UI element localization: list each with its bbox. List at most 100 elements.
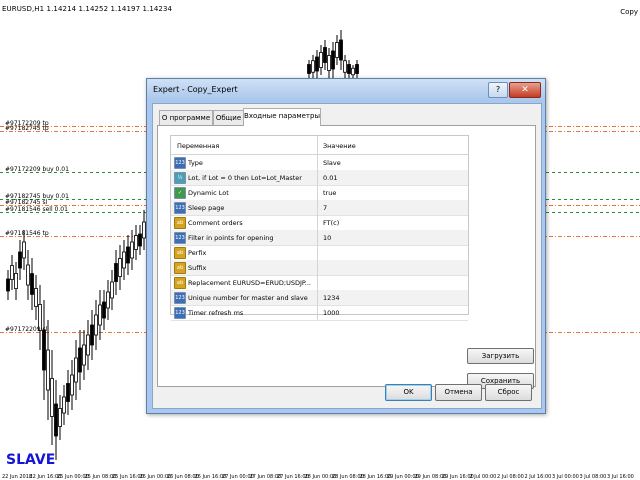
table-row[interactable]: ab Replacement EURUSD=ERUD;USDJP... bbox=[171, 275, 468, 291]
candle-body bbox=[315, 56, 319, 72]
table-row[interactable]: 123 Filter in points for opening 10 bbox=[171, 230, 468, 246]
candle-body bbox=[62, 396, 66, 414]
table-row[interactable]: ab Comment orders FT(c) bbox=[171, 215, 468, 231]
inputs-panel: Переменная Значение 123 Type Slave ½ Lot, if… bbox=[157, 125, 536, 389]
candle-body bbox=[102, 301, 106, 319]
load-button[interactable]: Загрузить bbox=[467, 348, 534, 364]
column-divider bbox=[317, 305, 318, 320]
column-divider bbox=[317, 155, 318, 170]
candle-body bbox=[355, 64, 359, 74]
table-row[interactable]: ½ Lot, if Lot = 0 then Lot=Lot_Master 0.01 bbox=[171, 170, 468, 186]
close-button[interactable]: ✕ bbox=[509, 82, 541, 98]
table-row[interactable]: 123 Sleep page 7 bbox=[171, 200, 468, 216]
candle-body bbox=[22, 241, 26, 259]
int-type-icon: 123 bbox=[174, 307, 186, 319]
parameter-name: Type bbox=[188, 159, 203, 167]
string-type-icon: ab bbox=[174, 262, 186, 274]
time-axis-label: 2 Jul 08:00 bbox=[497, 474, 524, 480]
tab-common[interactable]: Общие bbox=[213, 110, 244, 125]
dialog-titlebar[interactable]: Expert - Copy_Expert ? ✕ bbox=[147, 79, 545, 101]
candle-body bbox=[66, 383, 70, 402]
column-divider bbox=[317, 170, 318, 185]
table-row[interactable]: ab Suffix bbox=[171, 260, 468, 276]
candle-body bbox=[86, 334, 90, 356]
parameter-name: Unique number for master and slave bbox=[188, 294, 308, 302]
candle-body bbox=[335, 42, 339, 58]
candle-body bbox=[82, 344, 86, 366]
candle-body bbox=[126, 246, 130, 264]
candle-body bbox=[70, 374, 74, 396]
bool-type-icon: ✓ bbox=[174, 187, 186, 199]
parameter-name: Comment orders bbox=[188, 219, 243, 227]
header-variable[interactable]: Переменная bbox=[177, 142, 219, 150]
candle-body bbox=[78, 347, 82, 373]
order-level-label: #97181546 sell 0.01 bbox=[5, 206, 68, 213]
candle-body bbox=[331, 50, 335, 70]
parameter-value[interactable]: 0.01 bbox=[323, 174, 337, 182]
column-divider[interactable] bbox=[317, 136, 318, 154]
parameter-name: Timer refresh ms bbox=[188, 309, 244, 317]
string-type-icon: ab bbox=[174, 247, 186, 259]
dialog-body: О программе Общие Входные параметры Пере… bbox=[152, 103, 542, 409]
ok-button[interactable]: OK bbox=[385, 384, 432, 401]
time-axis-label: 3 Jul 08:00 bbox=[579, 474, 607, 480]
candle-body bbox=[30, 273, 34, 295]
tab-about[interactable]: О программе bbox=[159, 110, 213, 125]
candle-body bbox=[42, 329, 46, 371]
candle-body bbox=[50, 378, 54, 417]
time-axis-label: 22 Jun 2018 bbox=[2, 474, 33, 480]
candle-body bbox=[347, 64, 351, 74]
candle-body bbox=[110, 281, 114, 299]
candle-body bbox=[118, 258, 122, 277]
candle-body bbox=[14, 272, 18, 289]
expert-name-label: Copy bbox=[620, 8, 638, 16]
parameter-value[interactable]: 10 bbox=[323, 234, 331, 242]
table-row[interactable]: 123 Type Slave bbox=[171, 155, 468, 171]
parameter-name: Suffix bbox=[188, 264, 207, 272]
candle-body bbox=[339, 39, 343, 61]
dialog-title: Expert - Copy_Expert bbox=[153, 85, 238, 94]
candle-body bbox=[46, 349, 50, 391]
column-divider bbox=[317, 200, 318, 215]
table-row[interactable]: ab Perfix bbox=[171, 245, 468, 261]
candle-body bbox=[134, 235, 138, 250]
candle-body bbox=[90, 324, 94, 346]
candle-body bbox=[311, 60, 315, 73]
candle-body bbox=[138, 233, 142, 247]
order-level-label: #97172209 sl bbox=[5, 326, 48, 333]
column-divider bbox=[317, 215, 318, 230]
candle-body bbox=[58, 408, 62, 427]
parameter-value[interactable]: FT(c) bbox=[323, 219, 339, 227]
parameter-value[interactable]: 7 bbox=[323, 204, 327, 212]
cancel-button[interactable]: Отмена bbox=[435, 384, 482, 401]
int-type-icon: 123 bbox=[174, 232, 186, 244]
candle-body bbox=[74, 357, 78, 383]
reset-button[interactable]: Сброс bbox=[485, 384, 532, 401]
candle-body bbox=[6, 278, 10, 292]
table-row[interactable]: 123 Timer refresh ms 1000 bbox=[171, 305, 468, 321]
int-type-icon: 123 bbox=[174, 202, 186, 214]
candle-body bbox=[130, 241, 134, 259]
candle-body bbox=[26, 264, 30, 286]
parameter-value[interactable]: 1234 bbox=[323, 294, 340, 302]
parameter-value[interactable]: 1000 bbox=[323, 309, 340, 317]
table-row[interactable]: 123 Unique number for master and slave 123… bbox=[171, 290, 468, 306]
candle-body bbox=[307, 64, 311, 74]
string-type-icon: ab bbox=[174, 217, 186, 229]
time-axis-label: 3 Jul 00:00 bbox=[552, 474, 579, 480]
parameter-name: Filter in points for opening bbox=[188, 234, 274, 242]
candle-body bbox=[54, 403, 58, 437]
parameter-value[interactable]: true bbox=[323, 189, 336, 197]
table-header: Переменная Значение bbox=[171, 136, 468, 155]
order-level-label: #97172209 buy 0.01 bbox=[5, 166, 69, 173]
tab-inputs[interactable]: Входные параметры bbox=[243, 108, 321, 126]
order-level-label: #97182745 sl bbox=[5, 199, 48, 206]
parameter-value[interactable]: Slave bbox=[323, 159, 341, 167]
header-value[interactable]: Значение bbox=[323, 142, 356, 150]
int-type-icon: 123 bbox=[174, 157, 186, 169]
table-row[interactable]: ✓ Dynamic Lot true bbox=[171, 185, 468, 201]
parameter-name: Replacement EURUSD=ERUD;USDJP... bbox=[188, 279, 311, 287]
candle-body bbox=[34, 288, 38, 307]
expert-properties-dialog: Expert - Copy_Expert ? ✕ О программе Общ… bbox=[146, 78, 546, 414]
help-button[interactable]: ? bbox=[488, 82, 508, 98]
